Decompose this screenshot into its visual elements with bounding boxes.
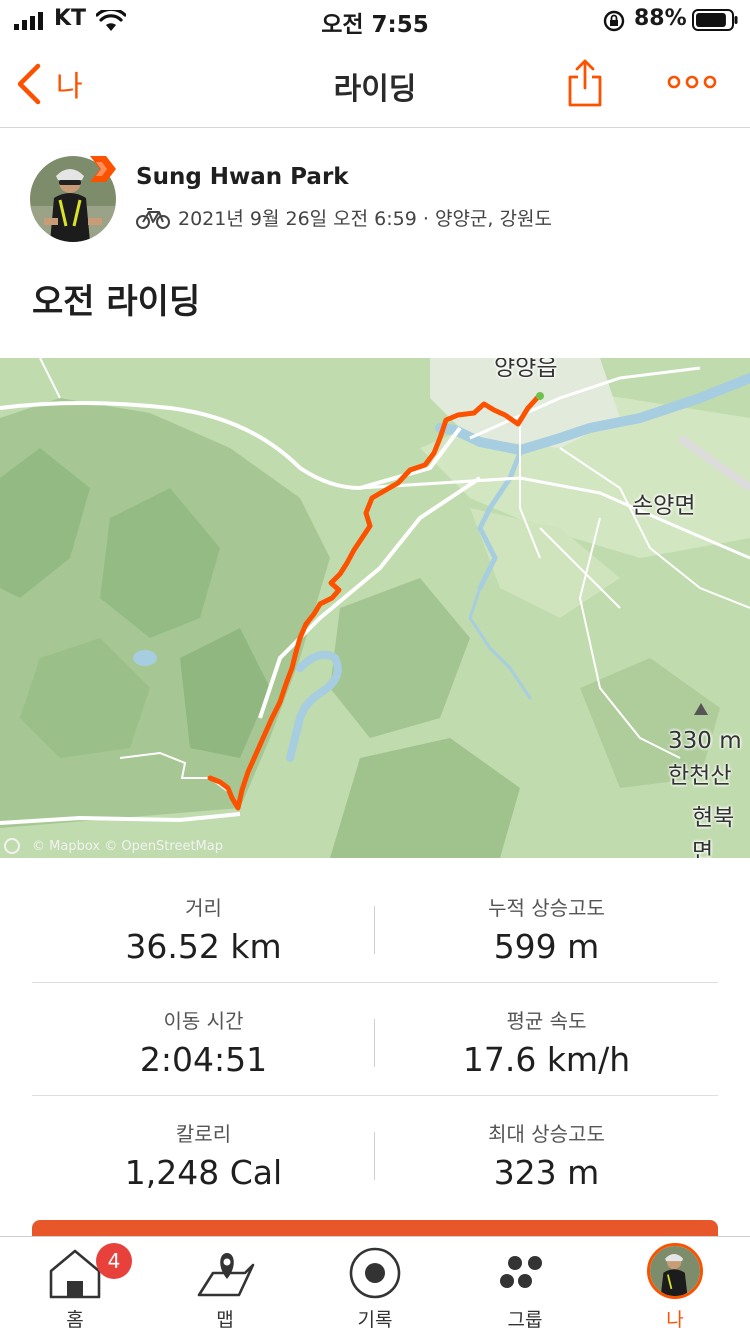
notification-badge: 4 bbox=[96, 1243, 132, 1279]
athlete-avatar-wrapper[interactable] bbox=[30, 156, 116, 242]
map-attribution: © Mapbox © OpenStreetMap bbox=[4, 838, 223, 854]
tab-profile[interactable]: 나 bbox=[600, 1237, 750, 1334]
record-icon bbox=[349, 1247, 401, 1299]
stat-label: 평균 속도 bbox=[506, 1009, 587, 1033]
map-canvas bbox=[0, 358, 750, 858]
profile-avatar bbox=[647, 1243, 703, 1299]
map-label-sonyang-myeon: 손양면 bbox=[632, 493, 696, 519]
battery-icon bbox=[692, 9, 738, 31]
stat-label: 칼로리 bbox=[175, 1122, 232, 1146]
more-options-icon[interactable] bbox=[666, 70, 718, 94]
stat-row: 이동 시간 2:04:51 평균 속도 17.6 km/h bbox=[32, 983, 718, 1096]
tab-label: 홈 bbox=[66, 1309, 84, 1331]
stat-row: 거리 36.52 km 누적 상승고도 599 m bbox=[32, 870, 718, 983]
tab-label: 맵 bbox=[216, 1309, 234, 1331]
stat-row: 칼로리 1,248 Cal 최대 상승고도 323 m bbox=[32, 1096, 718, 1209]
stat-value: 17.6 km/h bbox=[462, 1040, 631, 1079]
map-label-hyeonbuk-myeon: 현북면 bbox=[692, 805, 735, 858]
map-attribution-text: © Mapbox © OpenStreetMap bbox=[32, 838, 223, 854]
battery-percent: 88% bbox=[634, 6, 687, 31]
page-title: 라이딩 bbox=[333, 72, 417, 107]
tab-record[interactable]: 기록 bbox=[300, 1237, 450, 1334]
home-icon bbox=[49, 1249, 101, 1299]
activity-title: 오전 라이딩 bbox=[32, 282, 201, 322]
stat-value: 1,248 Cal bbox=[124, 1153, 283, 1192]
stat-calories: 칼로리 1,248 Cal bbox=[32, 1096, 375, 1209]
group-icon bbox=[500, 1256, 542, 1288]
stat-label: 거리 bbox=[185, 896, 222, 920]
share-icon[interactable] bbox=[566, 58, 604, 108]
athlete-header: Sung Hwan Park 2021년 9월 26일 오전 6:59 · 양양… bbox=[0, 128, 750, 258]
activity-meta: 2021년 9월 26일 오전 6:59 · 양양군, 강원도 bbox=[136, 204, 552, 231]
mapbox-logo-icon[interactable] bbox=[4, 838, 20, 854]
stat-max-elevation: 최대 상승고도 323 m bbox=[375, 1096, 718, 1209]
activity-stats: 거리 36.52 km 누적 상승고도 599 m 이동 시간 2:04:51 … bbox=[32, 870, 718, 1209]
tab-label: 그룹 bbox=[507, 1309, 543, 1331]
stat-value: 599 m bbox=[493, 927, 600, 966]
stat-moving-time: 이동 시간 2:04:51 bbox=[32, 983, 375, 1095]
map-label-yangyang-eup: 양양읍 bbox=[494, 358, 558, 381]
bicycle-icon bbox=[136, 207, 170, 229]
stat-distance: 거리 36.52 km bbox=[32, 870, 375, 982]
stat-label: 최대 상승고도 bbox=[488, 1122, 605, 1146]
tab-label: 기록 bbox=[357, 1309, 393, 1331]
map-label-peak-name: 한천산 bbox=[668, 763, 732, 789]
tab-home[interactable]: 4 홈 bbox=[0, 1237, 150, 1334]
activity-date-location: 2021년 9월 26일 오전 6:59 · 양양군, 강원도 bbox=[178, 208, 552, 230]
status-bar: KT 오전 7:55 88% bbox=[0, 0, 750, 40]
stat-value: 323 m bbox=[493, 1153, 600, 1192]
stat-average-speed: 평균 속도 17.6 km/h bbox=[375, 983, 718, 1095]
tab-groups[interactable]: 그룹 bbox=[450, 1237, 600, 1334]
stat-elevation-gain: 누적 상승고도 599 m bbox=[375, 870, 718, 982]
athlete-name[interactable]: Sung Hwan Park bbox=[136, 164, 349, 190]
map-label-peak-elevation: 330 m bbox=[668, 728, 742, 754]
tab-label: 나 bbox=[666, 1309, 684, 1331]
route-map[interactable]: 양양읍 손양면 330 m 한천산 현북면 © Mapbox © OpenStr… bbox=[0, 358, 750, 858]
stat-label: 누적 상승고도 bbox=[488, 896, 605, 920]
stat-value: 2:04:51 bbox=[139, 1040, 268, 1079]
strava-subscriber-badge-icon bbox=[90, 156, 116, 182]
tab-map[interactable]: 맵 bbox=[150, 1237, 300, 1334]
map-pin-icon bbox=[197, 1253, 255, 1297]
tab-bar: 4 홈 맵 기록 그룹 나 bbox=[0, 1236, 750, 1334]
navigation-bar: 나 라이딩 bbox=[0, 40, 750, 128]
battery-level-fill bbox=[696, 13, 726, 27]
stat-label: 이동 시간 bbox=[163, 1009, 244, 1033]
stat-value: 36.52 km bbox=[125, 927, 282, 966]
rotation-lock-icon bbox=[603, 10, 625, 32]
